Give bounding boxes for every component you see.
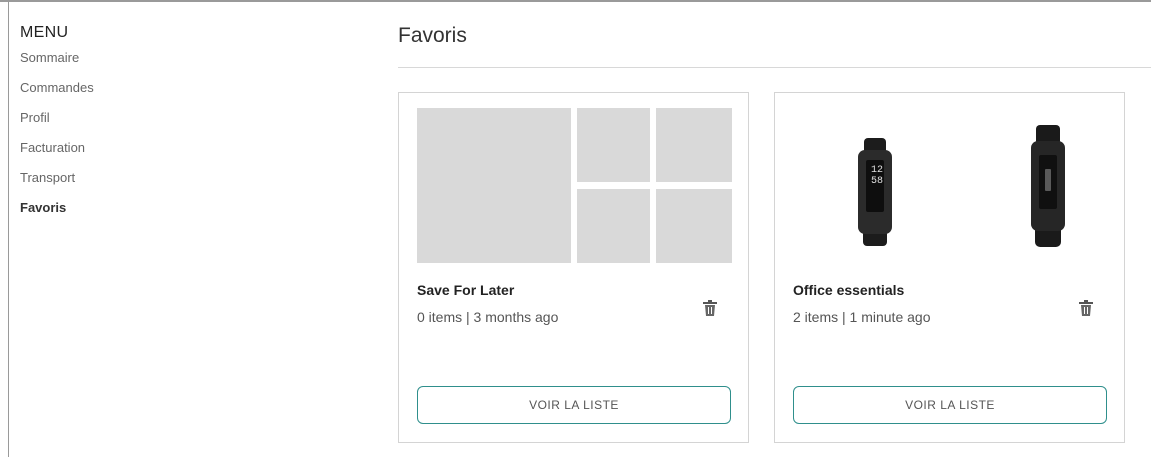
window-top-border (0, 0, 1151, 2)
fitness-tracker-black-icon (855, 138, 895, 251)
account-sidebar: MENU Sommaire Commandes Profil Facturati… (20, 24, 320, 230)
placeholder-tile (577, 108, 650, 182)
trash-icon[interactable] (702, 299, 718, 317)
menu-item-sommaire[interactable]: Sommaire (20, 50, 320, 80)
placeholder-tile (577, 189, 650, 263)
view-list-button[interactable]: VOIR LA LISTE (793, 386, 1107, 424)
list-thumbnail-products[interactable]: 12 58 (793, 108, 1108, 263)
tracker-screen-text: 12 58 (870, 165, 883, 187)
fitness-tracker-black-icon (1030, 125, 1066, 252)
window-left-border (8, 0, 9, 457)
menu-item-profil[interactable]: Profil (20, 110, 320, 140)
list-name[interactable]: Office essentials (793, 282, 904, 298)
placeholder-tile (417, 108, 571, 263)
page-title: Favoris (398, 24, 467, 47)
list-name[interactable]: Save For Later (417, 282, 514, 298)
menu-item-favoris[interactable]: Favoris (20, 200, 320, 230)
menu-item-facturation[interactable]: Facturation (20, 140, 320, 170)
title-divider (398, 67, 1151, 68)
menu-title: MENU (20, 24, 69, 41)
trash-icon[interactable] (1078, 299, 1094, 317)
menu-item-transport[interactable]: Transport (20, 170, 320, 200)
wishlist-card: 12 58 Office essentials 2 items | 1 minu… (774, 92, 1125, 443)
list-meta: 0 items | 3 months ago (417, 309, 559, 325)
view-list-button[interactable]: VOIR LA LISTE (417, 386, 731, 424)
list-thumbnail-placeholder[interactable] (417, 108, 732, 263)
wishlist-card: Save For Later 0 items | 3 months ago VO… (398, 92, 749, 443)
list-meta: 2 items | 1 minute ago (793, 309, 931, 325)
placeholder-tile (656, 189, 732, 263)
placeholder-tile (656, 108, 732, 182)
menu-item-commandes[interactable]: Commandes (20, 80, 320, 110)
menu-list: Sommaire Commandes Profil Facturation Tr… (20, 50, 320, 230)
